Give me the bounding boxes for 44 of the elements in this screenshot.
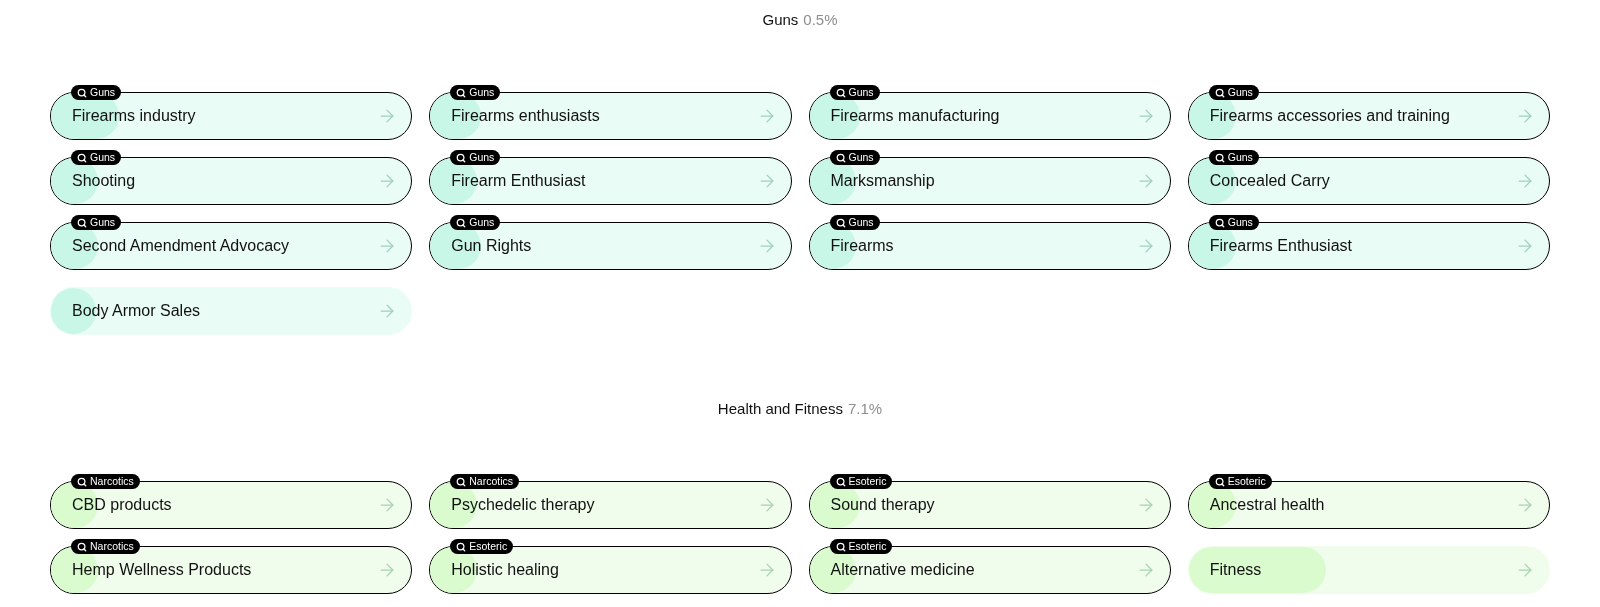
search-icon — [835, 217, 846, 228]
search-icon — [835, 87, 846, 98]
category-tag[interactable]: Guns — [1208, 150, 1259, 165]
search-icon — [77, 476, 87, 487]
search-icon — [77, 87, 87, 98]
category-tag[interactable]: Guns — [71, 150, 122, 165]
category-tag[interactable]: Esoteric — [829, 474, 893, 489]
search-icon — [835, 476, 846, 487]
category-tag[interactable]: Esoteric — [829, 539, 893, 554]
search-icon — [1214, 476, 1225, 487]
category-tag[interactable]: Guns — [450, 215, 501, 230]
search-icon — [456, 87, 467, 98]
search-icon — [456, 217, 467, 228]
section-title: Guns — [762, 9, 799, 30]
search-icon — [456, 541, 467, 552]
category-tag[interactable]: Guns — [450, 150, 501, 165]
category-tag[interactable]: Guns — [71, 85, 122, 100]
category-tag[interactable]: Narcotics — [71, 474, 140, 489]
search-icon — [77, 217, 87, 228]
section-title: Health and Fitness — [717, 398, 843, 419]
search-icon — [77, 541, 87, 552]
search-icon — [456, 476, 467, 487]
topic-pill[interactable]: Fitness — [1187, 546, 1550, 594]
category-tag[interactable]: Esoteric — [1208, 474, 1272, 489]
category-tag[interactable]: Narcotics — [450, 474, 519, 489]
category-tag[interactable]: Guns — [829, 150, 880, 165]
search-icon — [1214, 152, 1225, 163]
category-tag[interactable]: Narcotics — [71, 539, 140, 554]
category-tag[interactable]: Guns — [1208, 215, 1259, 230]
search-icon — [835, 152, 846, 163]
category-tag[interactable]: Guns — [829, 85, 880, 100]
category-tag[interactable]: Guns — [1208, 85, 1259, 100]
section-share: 7.1% — [847, 398, 883, 419]
section-share: 0.5% — [803, 9, 838, 30]
category-tag[interactable]: Guns — [450, 85, 501, 100]
search-icon — [1214, 217, 1225, 228]
search-icon — [456, 152, 467, 163]
search-icon — [1214, 87, 1225, 98]
category-tag[interactable]: Guns — [829, 215, 880, 230]
category-tag[interactable]: Esoteric — [450, 539, 514, 554]
category-tag[interactable]: Guns — [71, 215, 122, 230]
search-icon — [835, 541, 846, 552]
topic-pill[interactable]: Body Armor Sales — [50, 287, 413, 335]
search-icon — [77, 152, 87, 163]
